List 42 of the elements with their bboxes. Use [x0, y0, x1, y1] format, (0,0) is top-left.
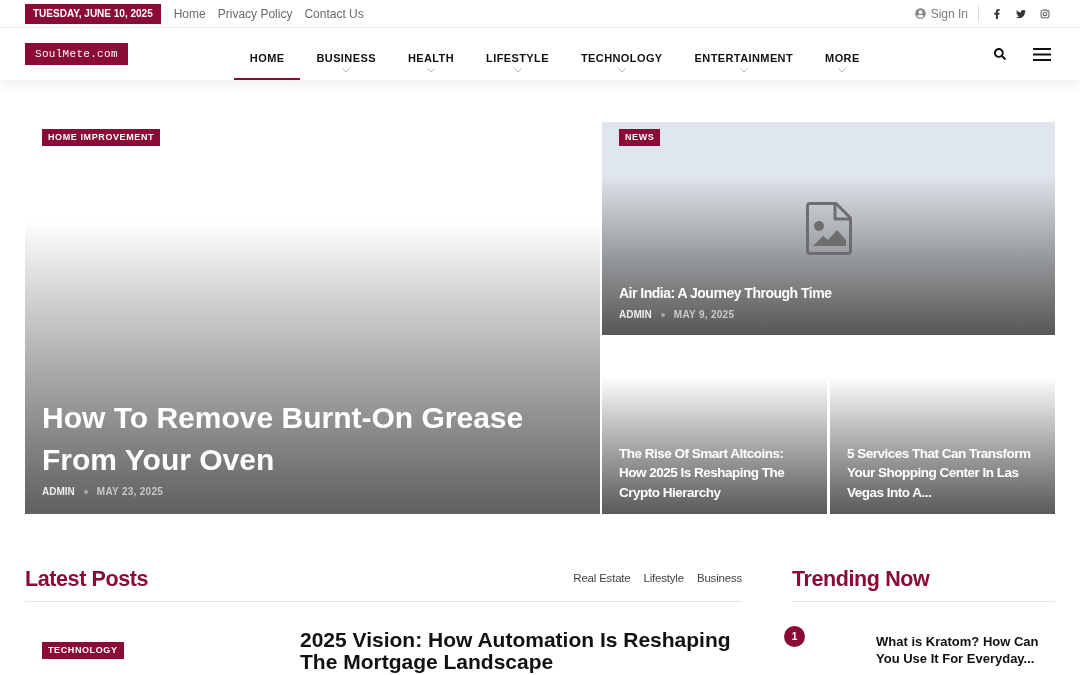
separator-dot-icon: [83, 490, 88, 494]
user-icon: [914, 8, 926, 19]
nav-item[interactable]: HOME: [233, 28, 301, 80]
category-label[interactable]: TECHNOLOGY: [42, 642, 124, 660]
nav-item[interactable]: LIFESTYLE: [470, 28, 565, 80]
search-icon[interactable]: [994, 48, 1006, 60]
nav-item[interactable]: ENTERTAINMENT: [678, 28, 810, 80]
nav-item[interactable]: TECHNOLOGY: [564, 28, 679, 80]
site-logo[interactable]: SoulMete.com: [25, 43, 128, 65]
post-author[interactable]: ADMIN: [42, 486, 75, 498]
trending-title[interactable]: What is Kratom? How Can You Use It For Everyday...: [876, 634, 1055, 667]
category-label[interactable]: HOME IMPROVEMENT: [42, 129, 161, 147]
menu-icon[interactable]: [1033, 47, 1051, 61]
post-title[interactable]: 2025 Vision: How Automation Is Reshaping The Mortgage Landscape: [300, 629, 742, 673]
date-label: TUESDAY, JUNE 10, 2025: [25, 3, 161, 24]
twitter-icon[interactable]: [1016, 8, 1026, 19]
filter-tab[interactable]: Real Estate: [573, 570, 631, 588]
top-link[interactable]: Home: [173, 4, 206, 23]
facebook-icon[interactable]: [992, 8, 1002, 19]
post-author[interactable]: ADMIN: [619, 309, 652, 321]
section-heading: Trending Now: [792, 566, 931, 593]
top-link[interactable]: Privacy Policy: [217, 4, 293, 23]
separator-dot-icon: [660, 313, 665, 317]
image-file-icon: [805, 201, 852, 255]
section-heading: Latest Posts: [25, 566, 149, 593]
post-date: MAY 9, 2025: [673, 309, 735, 321]
post-card[interactable]: NEWS Air India: A Journey Through Time ADMIN MAY 9, 2025: [602, 122, 1055, 335]
category-label[interactable]: NEWS: [619, 129, 661, 147]
top-link[interactable]: Contact Us: [304, 4, 364, 23]
instagram-icon[interactable]: [1040, 8, 1050, 19]
nav-item[interactable]: HEALTH: [391, 28, 471, 80]
sign-in-link[interactable]: Sign In: [914, 4, 968, 23]
filter-tab[interactable]: Lifestyle: [643, 570, 684, 588]
filter-tab[interactable]: Business: [696, 570, 742, 588]
post-title[interactable]: Air India: A Journey Through Time: [619, 283, 1038, 303]
rank-badge: 1: [784, 626, 805, 647]
post-title[interactable]: The Rise Of Smart Altcoins: How 2025 Is Reshaping The Crypto Hierarchy: [619, 443, 810, 502]
nav-item[interactable]: MORE: [809, 28, 876, 80]
post-title[interactable]: How To Remove Burnt-On Grease From Your Oven: [42, 397, 583, 481]
nav-item[interactable]: BUSINESS: [300, 28, 392, 80]
post-date: MAY 23, 2025: [96, 486, 164, 498]
post-title[interactable]: 5 Services That Can Transform Your Shopping Center In Las Vegas Into A...: [847, 443, 1038, 502]
